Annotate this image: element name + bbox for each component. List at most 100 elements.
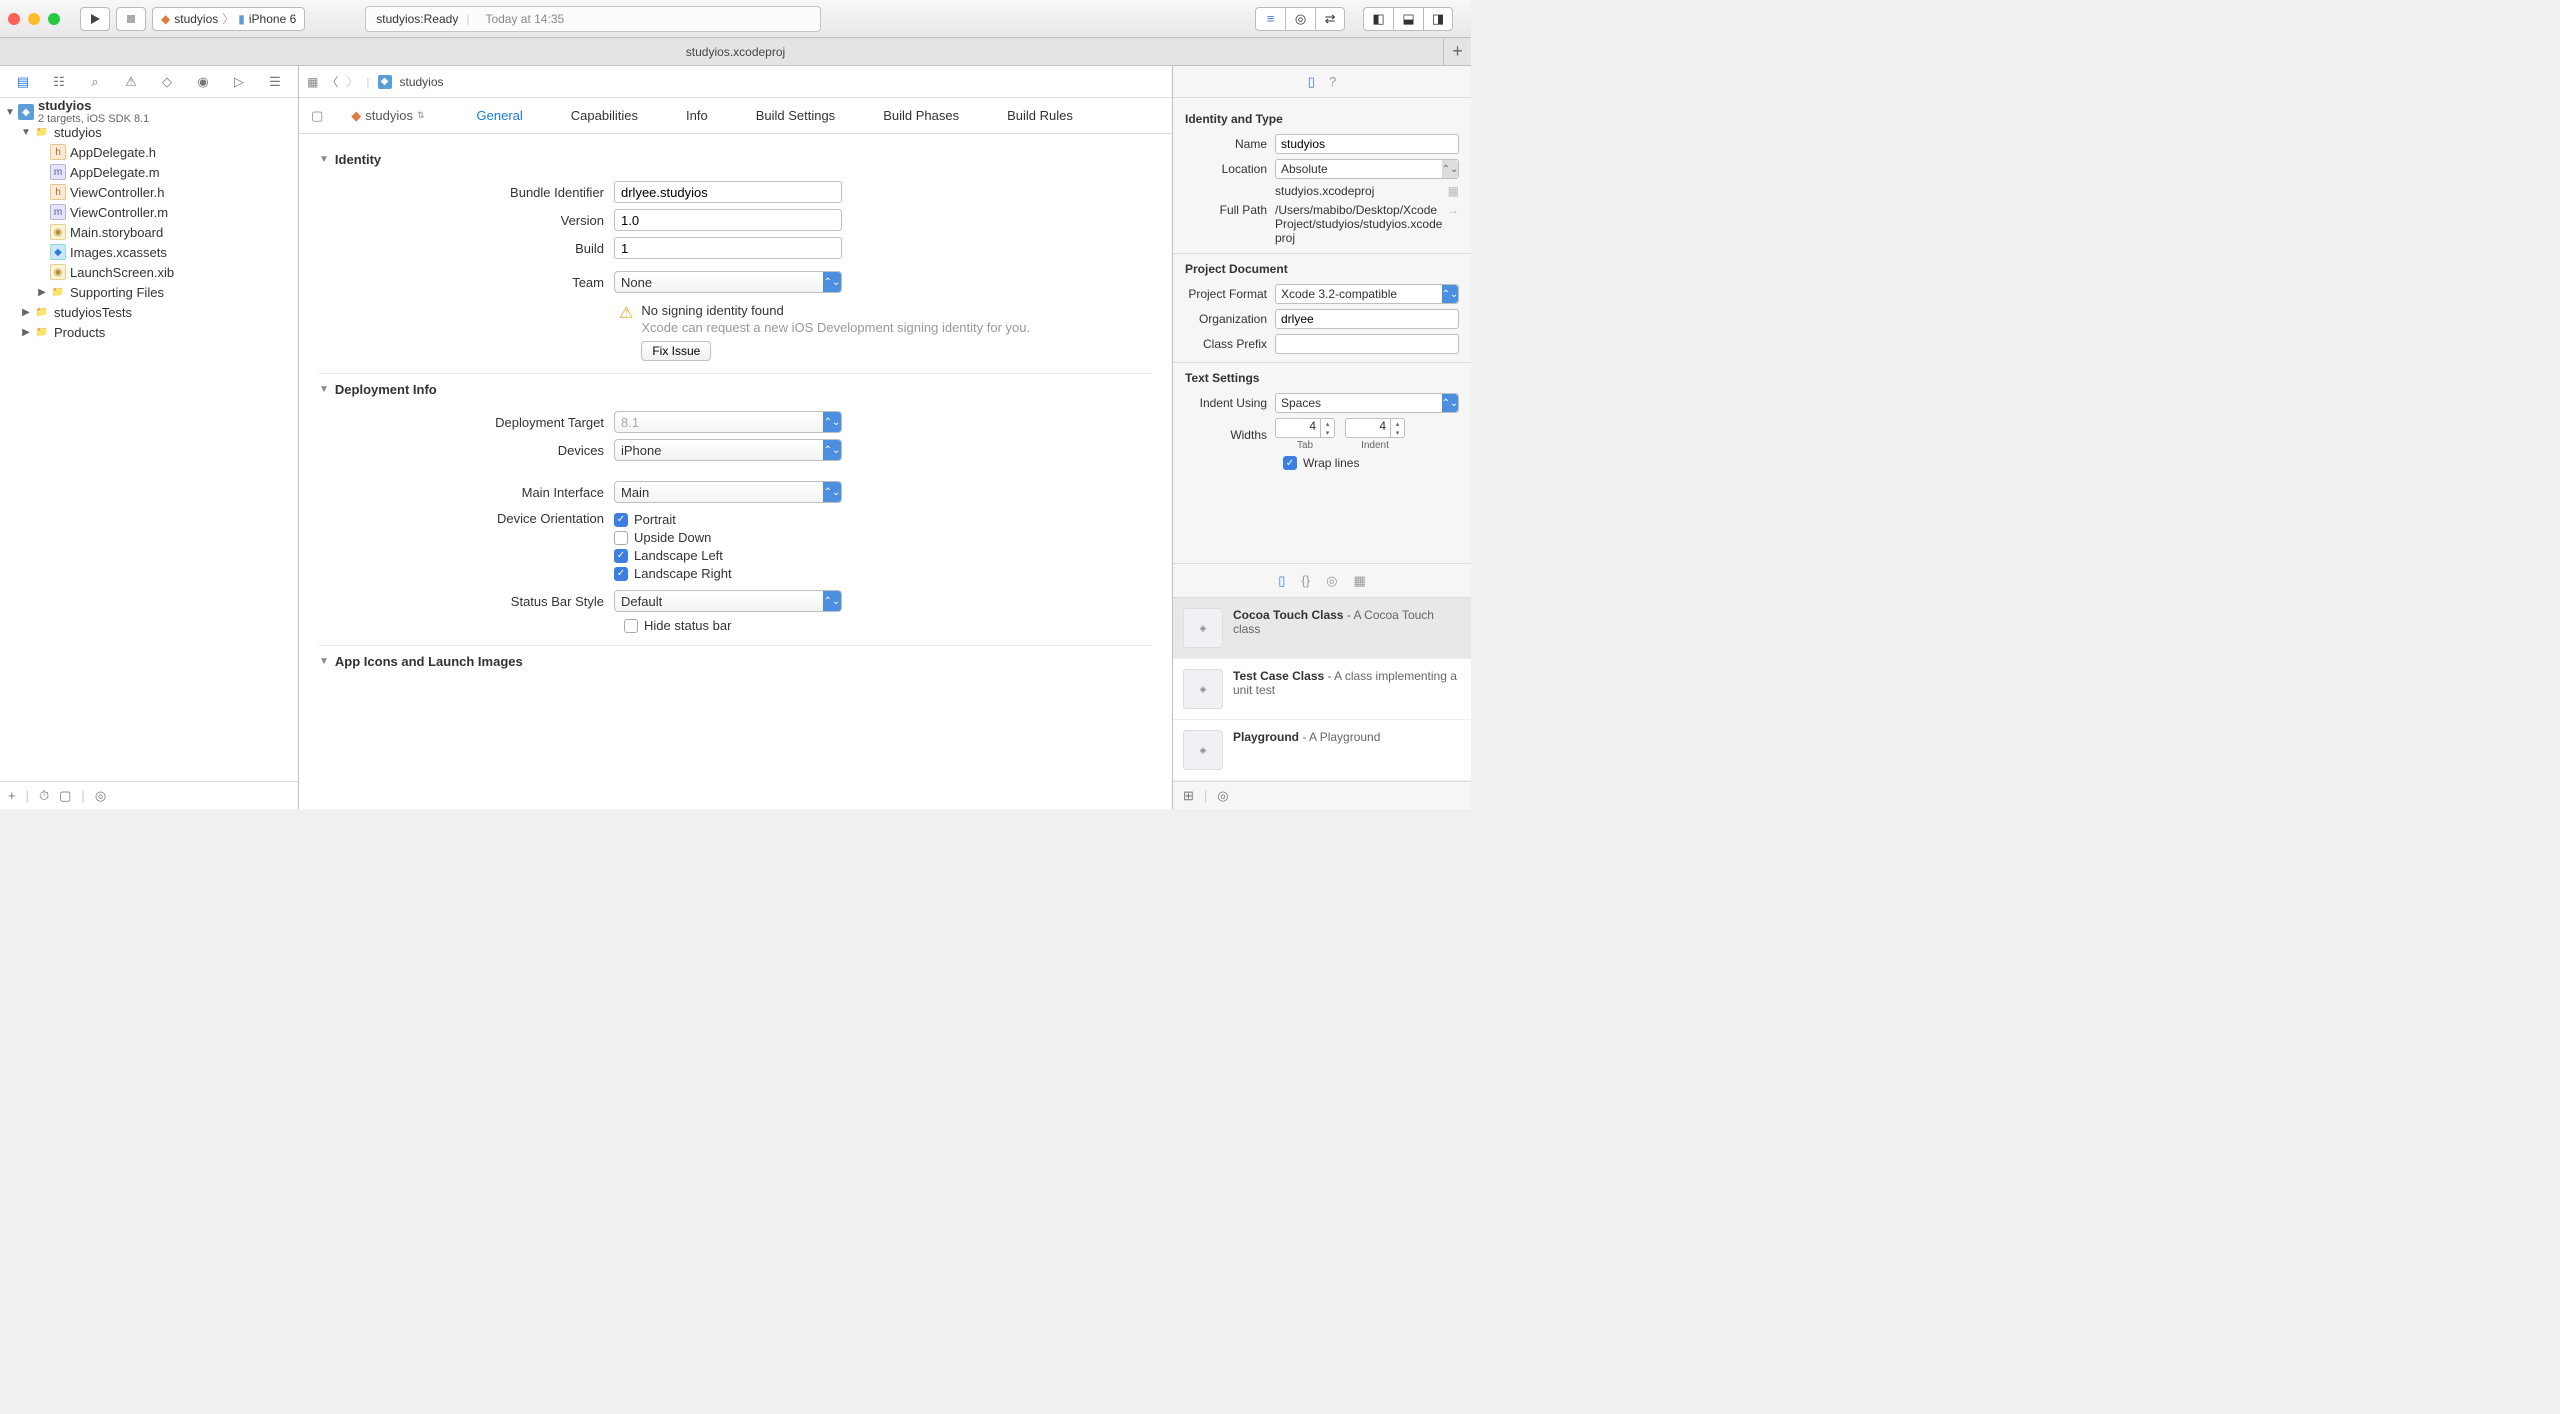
find-navigator-tab[interactable]: ⌕ <box>83 70 107 94</box>
project-tab-build rules[interactable]: Build Rules <box>1003 102 1077 129</box>
jump-bar-item[interactable]: ◆ studyios <box>378 75 444 89</box>
project-tree[interactable]: ▼ ◆ studyios 2 targets, iOS SDK 8.1 ▼📁st… <box>0 98 298 781</box>
quick-help-tab[interactable]: ? <box>1329 74 1336 89</box>
library-item[interactable]: ◈ Playground - A Playground <box>1173 720 1471 781</box>
tree-item[interactable]: ◉LaunchScreen.xib <box>0 262 298 282</box>
scheme-selector[interactable]: ◆ studyios 〉 ▮ iPhone 6 <box>152 7 305 31</box>
grid-view-icon[interactable]: ⊞ <box>1183 788 1194 804</box>
minimize-window-button[interactable] <box>28 13 40 25</box>
version-editor-button[interactable]: ⇄ <box>1315 7 1345 31</box>
inspector-body[interactable]: Identity and Type Name Location Absolute… <box>1173 98 1471 563</box>
run-button[interactable] <box>80 7 110 31</box>
assistant-editor-button[interactable]: ◎ <box>1285 7 1315 31</box>
forward-button[interactable]: 〉 <box>346 73 358 90</box>
add-tab-button[interactable]: + <box>1443 38 1471 66</box>
deployment-target-selector[interactable]: 8.1 ⌃⌄ <box>614 411 842 433</box>
project-navigator-tab[interactable]: ▤ <box>11 70 35 94</box>
issue-navigator-tab[interactable]: ⚠ <box>119 70 143 94</box>
main-interface-selector[interactable]: Main ⌃⌄ <box>614 481 842 503</box>
insp-name-field[interactable] <box>1275 134 1459 154</box>
filter-icon[interactable]: ◎ <box>95 788 106 804</box>
file-inspector-tab[interactable]: ▯ <box>1308 74 1315 90</box>
project-tab-build settings[interactable]: Build Settings <box>752 102 840 129</box>
recent-filter-icon[interactable]: ⏱ <box>39 788 49 804</box>
project-tab-general[interactable]: General <box>473 102 527 129</box>
wrap-lines-checkbox[interactable]: ✓ <box>1283 456 1297 470</box>
tree-item[interactable]: ▶📁studyiosTests <box>0 302 298 322</box>
add-button[interactable]: + <box>8 788 16 803</box>
orientation-checkbox[interactable]: ✓ <box>614 513 628 527</box>
breakpoint-navigator-tab[interactable]: ▷ <box>227 70 251 94</box>
folder-icon[interactable]: ▦ <box>1448 184 1459 198</box>
related-items-button[interactable]: ▦ <box>307 75 318 89</box>
deployment-section-header[interactable]: ▼ Deployment Info <box>319 373 1152 405</box>
insp-location-selector[interactable]: Absolute ⌃⌄ <box>1275 159 1459 179</box>
test-navigator-tab[interactable]: ◇ <box>155 70 179 94</box>
disclosure-triangle[interactable]: ▶ <box>20 307 32 318</box>
orientation-checkbox[interactable]: ✓ <box>614 549 628 563</box>
tree-item[interactable]: ◆Images.xcassets <box>0 242 298 262</box>
targets-popup-icon[interactable]: ▢ <box>311 108 323 124</box>
project-tab-build phases[interactable]: Build Phases <box>879 102 963 129</box>
hide-statusbar-checkbox[interactable] <box>624 619 638 633</box>
toggle-navigator-button[interactable]: ◧ <box>1363 7 1393 31</box>
standard-editor-button[interactable]: ≡ <box>1255 7 1285 31</box>
project-tab-capabilities[interactable]: Capabilities <box>567 102 642 129</box>
identity-section-header[interactable]: ▼ Identity <box>319 144 1152 175</box>
library-item[interactable]: ◈ Cocoa Touch Class - A Cocoa Touch clas… <box>1173 598 1471 659</box>
zoom-window-button[interactable] <box>48 13 60 25</box>
tab-width-stepper[interactable]: 4 ▴▾ <box>1275 418 1335 438</box>
appicons-section-header[interactable]: ▼ App Icons and Launch Images <box>319 645 1152 677</box>
disclosure-triangle[interactable]: ▶ <box>36 287 48 298</box>
insp-org-field[interactable] <box>1275 309 1459 329</box>
statusbar-style-selector[interactable]: Default ⌃⌄ <box>614 590 842 612</box>
close-window-button[interactable] <box>8 13 20 25</box>
disclosure-triangle[interactable]: ▼ <box>20 127 32 138</box>
build-field[interactable] <box>614 237 842 259</box>
version-field[interactable] <box>614 209 842 231</box>
tree-item[interactable]: hAppDelegate.h <box>0 142 298 162</box>
tree-item[interactable]: ▶📁Products <box>0 322 298 342</box>
reveal-icon[interactable]: → <box>1447 203 1459 217</box>
symbol-navigator-tab[interactable]: ☷ <box>47 70 71 94</box>
toggle-debug-button[interactable]: ⬓ <box>1393 7 1423 31</box>
indent-width-stepper[interactable]: 4 ▴▾ <box>1345 418 1405 438</box>
disclosure-triangle[interactable]: ▼ <box>319 154 329 165</box>
fix-issue-button[interactable]: Fix Issue <box>641 341 711 361</box>
tree-item[interactable]: ▶📁Supporting Files <box>0 282 298 302</box>
library-list[interactable]: ◈ Cocoa Touch Class - A Cocoa Touch clas… <box>1173 597 1471 781</box>
scm-filter-icon[interactable]: ▢ <box>59 788 71 804</box>
disclosure-triangle[interactable]: ▼ <box>319 656 329 667</box>
team-selector[interactable]: None ⌃⌄ <box>614 271 842 293</box>
library-item[interactable]: ◈ Test Case Class - A class implementing… <box>1173 659 1471 720</box>
devices-selector[interactable]: iPhone ⌃⌄ <box>614 439 842 461</box>
filter-icon[interactable]: ◎ <box>1217 788 1228 804</box>
insp-format-selector[interactable]: Xcode 3.2-compatible ⌃⌄ <box>1275 284 1459 304</box>
media-library-tab[interactable]: ▦ <box>1353 573 1365 589</box>
tree-item[interactable]: ◉Main.storyboard <box>0 222 298 242</box>
orientation-checkbox[interactable]: ✓ <box>614 567 628 581</box>
debug-navigator-tab[interactable]: ◉ <box>191 70 215 94</box>
code-snippet-library-tab[interactable]: {} <box>1301 573 1310 588</box>
object-library-tab[interactable]: ◎ <box>1326 573 1337 589</box>
project-settings-body[interactable]: ▼ Identity Bundle Identifier Version Bui… <box>299 134 1172 809</box>
document-tab[interactable]: studyios.xcodeproj <box>686 45 785 59</box>
back-button[interactable]: 〈 <box>326 73 338 90</box>
bundle-id-field[interactable] <box>614 181 842 203</box>
tree-item[interactable]: hViewController.h <box>0 182 298 202</box>
insp-prefix-field[interactable] <box>1275 334 1459 354</box>
disclosure-triangle[interactable]: ▼ <box>4 107 16 118</box>
disclosure-triangle[interactable]: ▼ <box>319 384 329 395</box>
toggle-utilities-button[interactable]: ◨ <box>1423 7 1453 31</box>
target-selector[interactable]: ◆ studyios ⇅ <box>351 108 424 124</box>
project-root[interactable]: ▼ ◆ studyios 2 targets, iOS SDK 8.1 <box>0 102 298 122</box>
project-tab-info[interactable]: Info <box>682 102 712 129</box>
orientation-checkbox[interactable] <box>614 531 628 545</box>
report-navigator-tab[interactable]: ☰ <box>263 70 287 94</box>
stop-button[interactable] <box>116 7 146 31</box>
tree-item[interactable]: mAppDelegate.m <box>0 162 298 182</box>
file-template-library-tab[interactable]: ▯ <box>1278 573 1285 589</box>
disclosure-triangle[interactable]: ▶ <box>20 327 32 338</box>
tree-item[interactable]: mViewController.m <box>0 202 298 222</box>
insp-indent-using-selector[interactable]: Spaces ⌃⌄ <box>1275 393 1459 413</box>
